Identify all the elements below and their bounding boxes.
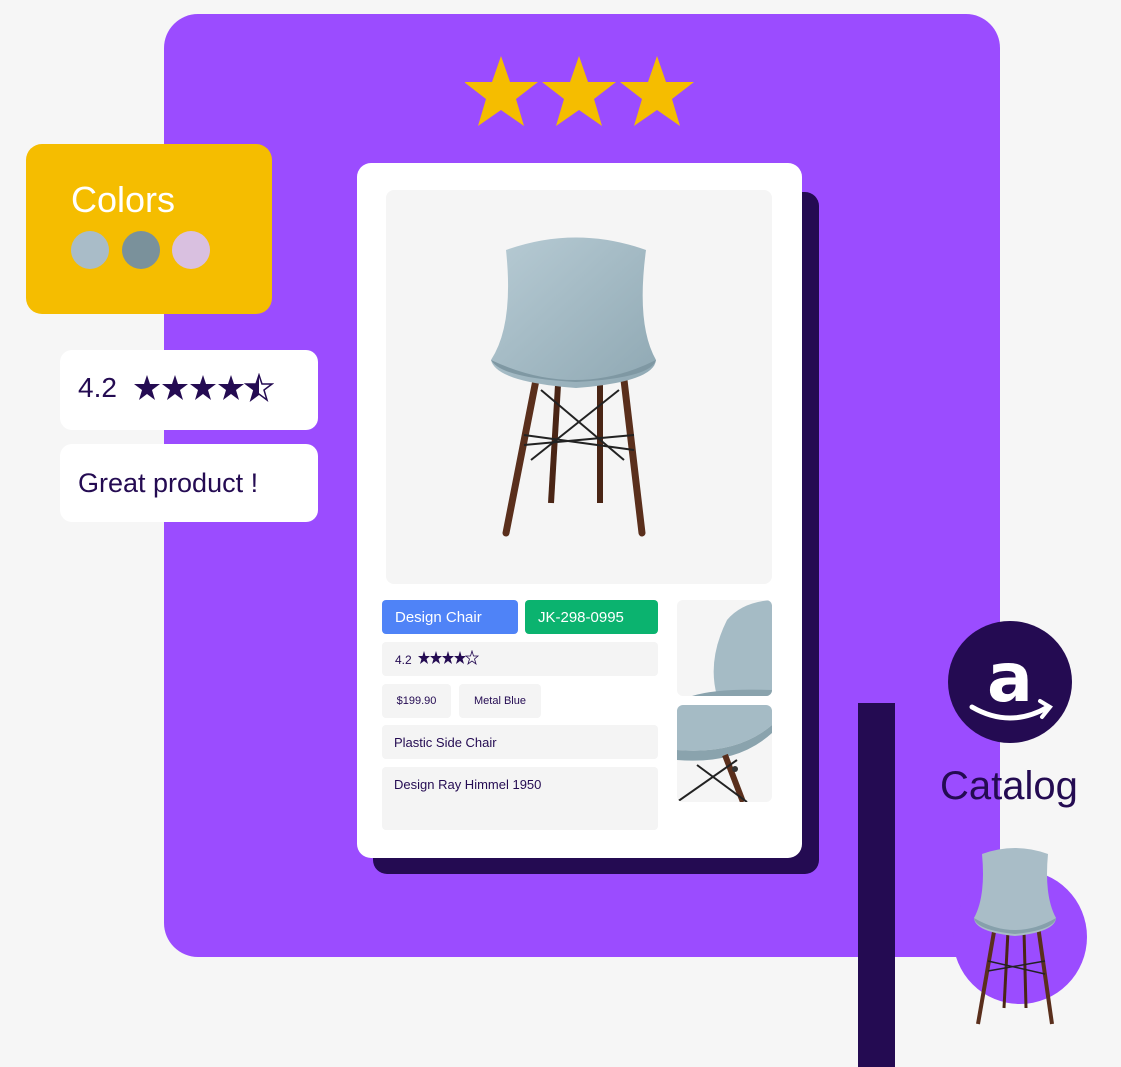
product-color: Metal Blue [459,684,541,718]
amazon-icon[interactable]: a [948,621,1072,743]
product-code-chip[interactable]: JK-298-0995 [525,600,658,634]
star-icon [465,56,538,126]
star-icon [620,56,694,126]
product-type: Plastic Side Chair [382,725,658,759]
catalog-dark-bar [858,703,895,1067]
product-name-chip[interactable]: Design Chair [382,600,518,634]
star-icon [542,56,616,126]
thumbnail-2[interactable] [677,705,772,802]
product-description: Design Ray Himmel 1950 [382,767,658,830]
chair-icon [974,848,1056,1025]
product-price: $199.90 [382,684,451,718]
star-icon [134,375,160,400]
chair-illustration [491,237,656,537]
color-swatch-lilac[interactable] [172,231,210,269]
colors-title: Colors [71,179,176,220]
star-icon [190,375,216,400]
rating-stars [134,373,274,402]
product-rating-stars [418,650,480,666]
colors-card: Colors [26,144,272,314]
three-stars-rating [465,56,694,126]
svg-text:a: a [987,639,1033,718]
catalog-label: Catalog [940,764,1078,808]
thumbnail-1[interactable] [677,600,772,696]
product-image[interactable] [386,190,772,584]
rating-value: 4.2 [78,372,117,403]
product-rating-row: 4.2 [382,642,658,676]
star-icon [162,375,188,400]
product-rating-value: 4.2 [395,653,412,667]
color-swatch-light-blue[interactable] [71,231,109,269]
star-icon [218,375,244,400]
review-text: Great product ! [78,468,259,498]
color-swatch-slate[interactable] [122,231,160,269]
